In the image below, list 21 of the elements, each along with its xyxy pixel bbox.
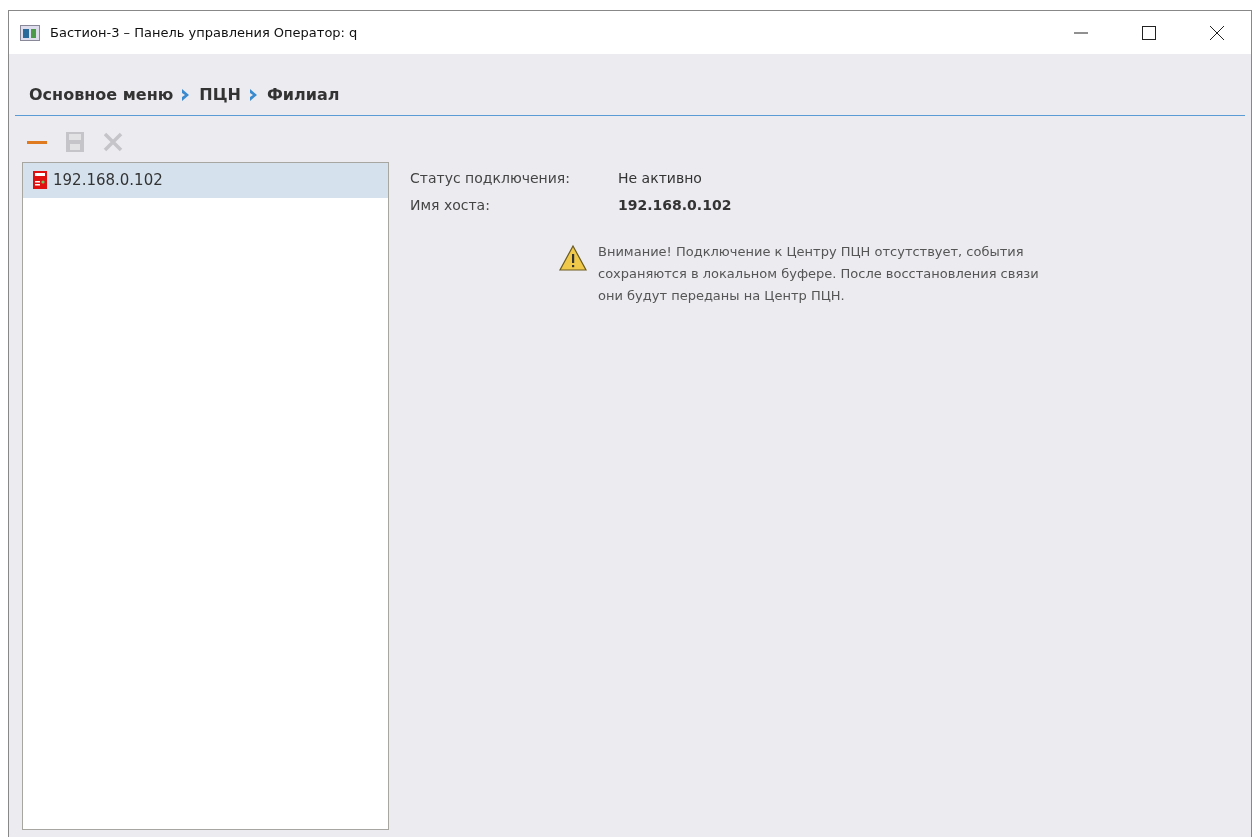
maximize-icon: [1142, 25, 1156, 40]
close-icon: [101, 130, 125, 154]
breadcrumb-link[interactable]: ПЦН: [199, 82, 241, 107]
field-value: 192.168.0.102: [618, 196, 732, 215]
minus-icon: [27, 140, 47, 144]
breadcrumb-link[interactable]: Основное меню: [29, 82, 174, 107]
field-value: Не активно: [618, 169, 702, 188]
window-title: Бастион-3 – Панель управления Оператор: q: [50, 23, 359, 42]
minimize-icon: [1074, 31, 1088, 34]
warning-message: Внимание! Подключение к Центру ПЦН отсутствует, события сохраняются в локальном буфере. После восстановления связи они будут переданы на Центр ПЦН.: [598, 243, 1040, 305]
save-icon: [63, 130, 87, 154]
field-label: Имя хоста:: [410, 196, 491, 215]
app-icon: [20, 24, 40, 41]
field-label: Статус подключения:: [410, 169, 571, 188]
warning-icon: [558, 244, 588, 272]
device-icon: [33, 171, 47, 190]
item-label: 192.168.0.102: [53, 170, 163, 191]
close-icon: [1210, 25, 1224, 40]
list-item[interactable]: 192.168.0.102: [23, 163, 388, 198]
chevron-icon: [248, 87, 259, 102]
breadcrumb-link[interactable]: Филиал: [266, 82, 340, 107]
